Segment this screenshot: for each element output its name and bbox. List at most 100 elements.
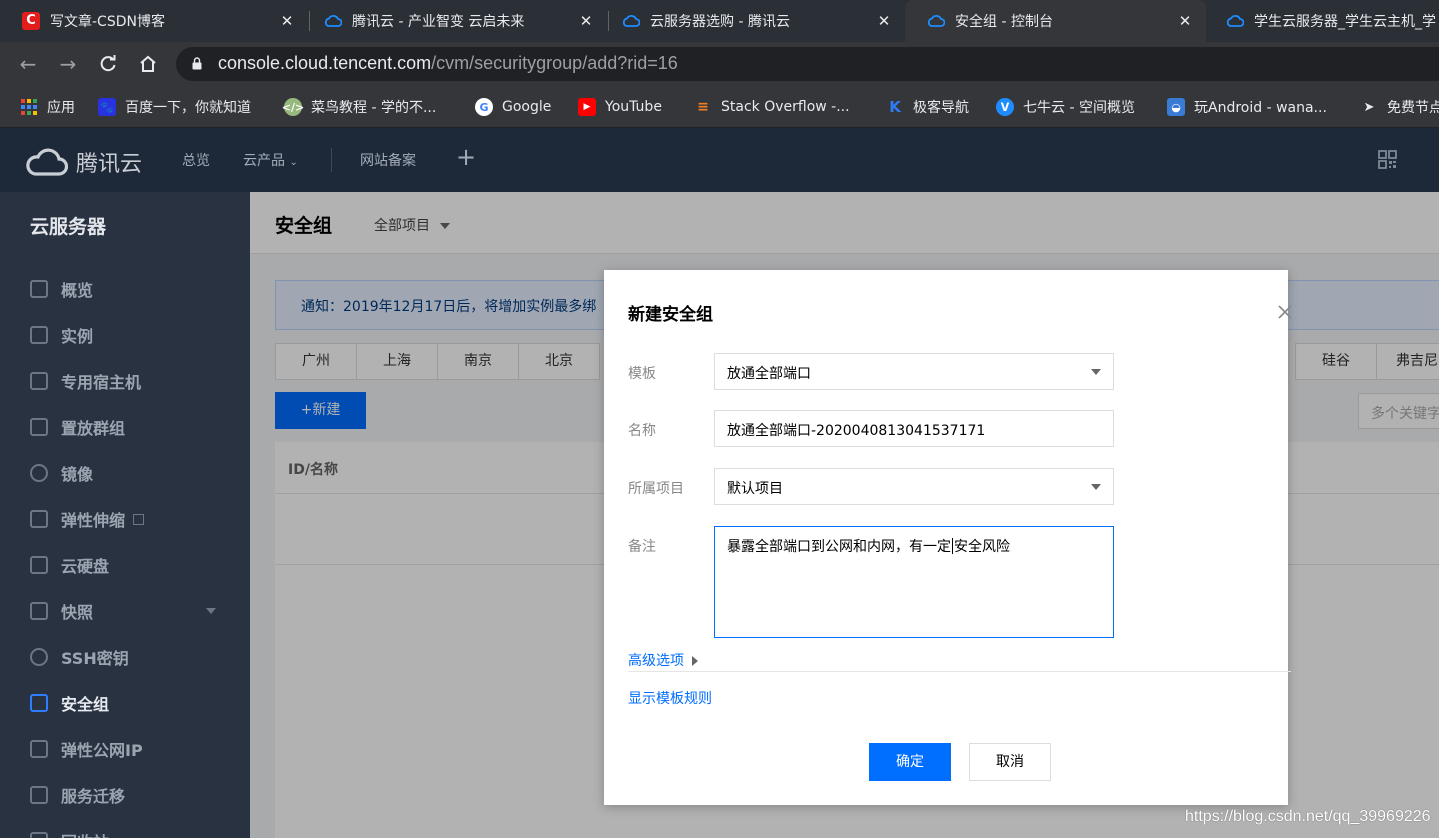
nav-products[interactable]: 云产品 ⌄ (243, 150, 298, 170)
dialog-title: 新建安全组 (628, 305, 713, 325)
watermark: https://blog.csdn.net/qq_39969226 (1185, 808, 1431, 825)
template-select[interactable]: 放通全部端口 (714, 353, 1114, 390)
bookmark-label: 七牛云 - 空间概览 (1023, 100, 1135, 116)
address-bar[interactable]: console.cloud.tencent.com/cvm/securitygr… (176, 47, 1439, 81)
chevron-down-icon (1091, 369, 1101, 375)
name-label: 名称 (628, 423, 656, 439)
close-icon[interactable] (1278, 305, 1292, 319)
bookmark-runoob[interactable]: </> 菜鸟教程 - 学的不... (282, 96, 436, 118)
qiniu-icon: ᐯ (996, 98, 1014, 116)
sidebar-item-label: 镜像 (61, 465, 94, 484)
bookmark-free-nodes[interactable]: ➤ 免费节点 (1360, 96, 1439, 118)
tencent-cloud-icon (26, 148, 68, 176)
sidebar-item-label: 实例 (61, 327, 94, 346)
youtube-icon: ▶ (578, 98, 596, 116)
bookmark-youtube[interactable]: ▶ YouTube (578, 96, 662, 118)
sidebar-item-security-group[interactable]: 安全组 (0, 680, 250, 726)
bookmark-label: 应用 (47, 100, 75, 116)
name-input[interactable]: 放通全部端口-2020040813041537171 (714, 410, 1114, 447)
confirm-button[interactable]: 确定 (869, 743, 951, 781)
sidebar-item-placement-group[interactable]: 置放群组 (0, 404, 250, 450)
new-security-group-dialog: 新建安全组 模板 放通全部端口 名称 放通全部端口-20200408130415… (604, 270, 1291, 805)
recycle-icon (30, 832, 48, 838)
nav-overview[interactable]: 总览 (182, 150, 210, 170)
sidebar-item-snapshots[interactable]: 快照 (0, 588, 250, 634)
browser-tab-cvm-purchase[interactable]: 云服务器选购 - 腾讯云 ✕ (600, 0, 905, 42)
tencent-cloud-logo[interactable]: 腾讯云 (26, 146, 142, 178)
sidebar-item-label: 置放群组 (61, 419, 126, 438)
sidebar-item-cloud-disk[interactable]: 云硬盘 (0, 542, 250, 588)
project-value: 默认项目 (727, 481, 783, 497)
sidebar-item-label: SSH密钥 (61, 649, 129, 668)
sidebar-item-overview[interactable]: 概览 (0, 266, 250, 312)
sidebar-item-instances[interactable]: 实例 (0, 312, 250, 358)
sidebar-item-label: 回收站 (61, 829, 109, 838)
project-select[interactable]: 默认项目 (714, 468, 1114, 505)
dialog-divider (628, 671, 1291, 672)
sidebar-item-dedicated-host[interactable]: 专用宿主机 (0, 358, 250, 404)
browser-tab-csdn[interactable]: C 写文章-CSDN博客 ✕ (0, 0, 308, 42)
sidebar-item-recycle-bin[interactable]: 回收站 (0, 818, 250, 838)
close-icon[interactable]: ✕ (1176, 12, 1194, 30)
forward-icon[interactable]: → (56, 52, 80, 76)
bookmark-stackoverflow[interactable]: ≡ Stack Overflow -... (694, 96, 850, 118)
bookmark-apps[interactable]: 应用 (20, 96, 75, 118)
sidebar-item-autoscaling[interactable]: 弹性伸缩 (0, 496, 250, 542)
show-template-rules-link[interactable]: 显示模板规则 (628, 688, 712, 708)
bookmark-qiniu[interactable]: ᐯ 七牛云 - 空间概览 (996, 96, 1135, 118)
back-icon[interactable]: ← (16, 52, 40, 76)
sidebar-item-label: 概览 (61, 281, 94, 300)
lock-icon (192, 57, 202, 70)
ssh-key-icon (30, 648, 48, 666)
cancel-button[interactable]: 取消 (969, 743, 1051, 781)
nav-products-label: 云产品 (243, 153, 285, 169)
external-link-icon (133, 513, 145, 525)
project-label: 所属项目 (628, 481, 684, 497)
sidebar-item-ssh-keys[interactable]: SSH密钥 (0, 634, 250, 680)
bookmark-label: Google (502, 99, 552, 115)
bookmark-jike[interactable]: K 极客导航 (886, 96, 969, 118)
bookmark-label: 玩Android - wana... (1194, 100, 1327, 116)
chevron-down-icon: ⌄ (289, 157, 298, 168)
text-cursor (952, 538, 953, 554)
sidebar-item-images[interactable]: 镜像 (0, 450, 250, 496)
nav-icp-filing[interactable]: 网站备案 (360, 150, 416, 170)
browser-tab-security-group[interactable]: 安全组 - 控制台 ✕ (905, 0, 1206, 42)
bookmark-wanandroid[interactable]: ◒ 玩Android - wana... (1167, 96, 1327, 118)
bookmark-label: Stack Overflow -... (721, 99, 850, 115)
stackoverflow-icon: ≡ (697, 99, 709, 115)
sidebar-item-label: 弹性公网IP (61, 741, 143, 760)
apps-grid-icon (20, 98, 38, 116)
url-host: console.cloud.tencent.com (218, 53, 432, 73)
tab-title: 写文章-CSDN博客 (50, 14, 165, 30)
sidebar: 云服务器 概览 实例 专用宿主机 置放群组 镜像 弹性伸缩 云硬盘 快照 SSH… (0, 192, 250, 838)
advanced-options-link[interactable]: 高级选项 (628, 650, 698, 670)
jike-icon: K (889, 98, 901, 116)
bookmark-google[interactable]: G Google (475, 96, 551, 118)
paper-plane-icon: ➤ (1363, 99, 1375, 115)
bookmark-baidu[interactable]: 🐾 百度一下，你就知道 (98, 96, 251, 118)
qr-code-icon[interactable] (1378, 150, 1397, 169)
security-group-icon (30, 694, 48, 712)
browser-tab-tencent-home[interactable]: 腾讯云 - 产业智变 云启未来 ✕ (302, 0, 607, 42)
add-shortcut-icon[interactable]: + (456, 143, 476, 171)
placement-group-icon (30, 418, 48, 436)
bookmark-label: 百度一下，你就知道 (125, 100, 251, 116)
home-icon[interactable] (136, 52, 160, 76)
browser-tab-student-server[interactable]: 学生云服务器_学生云主机_学 (1204, 0, 1439, 42)
sidebar-item-label: 专用宿主机 (61, 373, 142, 392)
console-top-nav: 腾讯云 总览 云产品 ⌄ 网站备案 + (0, 128, 1439, 192)
tencent-cloud-icon (622, 12, 640, 30)
reload-icon[interactable] (96, 52, 120, 76)
sidebar-item-migration[interactable]: 服务迁移 (0, 772, 250, 818)
close-icon[interactable]: ✕ (577, 12, 595, 30)
remark-text-before-cursor: 暴露全部端口到公网和内网，有一定 (727, 539, 951, 555)
name-value: 放通全部端口-2020040813041537171 (727, 423, 986, 439)
host-icon (30, 372, 48, 390)
close-icon[interactable]: ✕ (875, 12, 893, 30)
close-icon[interactable]: ✕ (278, 12, 296, 30)
sidebar-item-elastic-ip[interactable]: 弹性公网IP (0, 726, 250, 772)
remark-textarea[interactable]: 暴露全部端口到公网和内网，有一定 安全风险 (714, 526, 1114, 638)
browser-tab-strip: C 写文章-CSDN博客 ✕ 腾讯云 - 产业智变 云启未来 ✕ 云服务器选购 … (0, 0, 1439, 42)
brand-name: 腾讯云 (76, 152, 143, 177)
